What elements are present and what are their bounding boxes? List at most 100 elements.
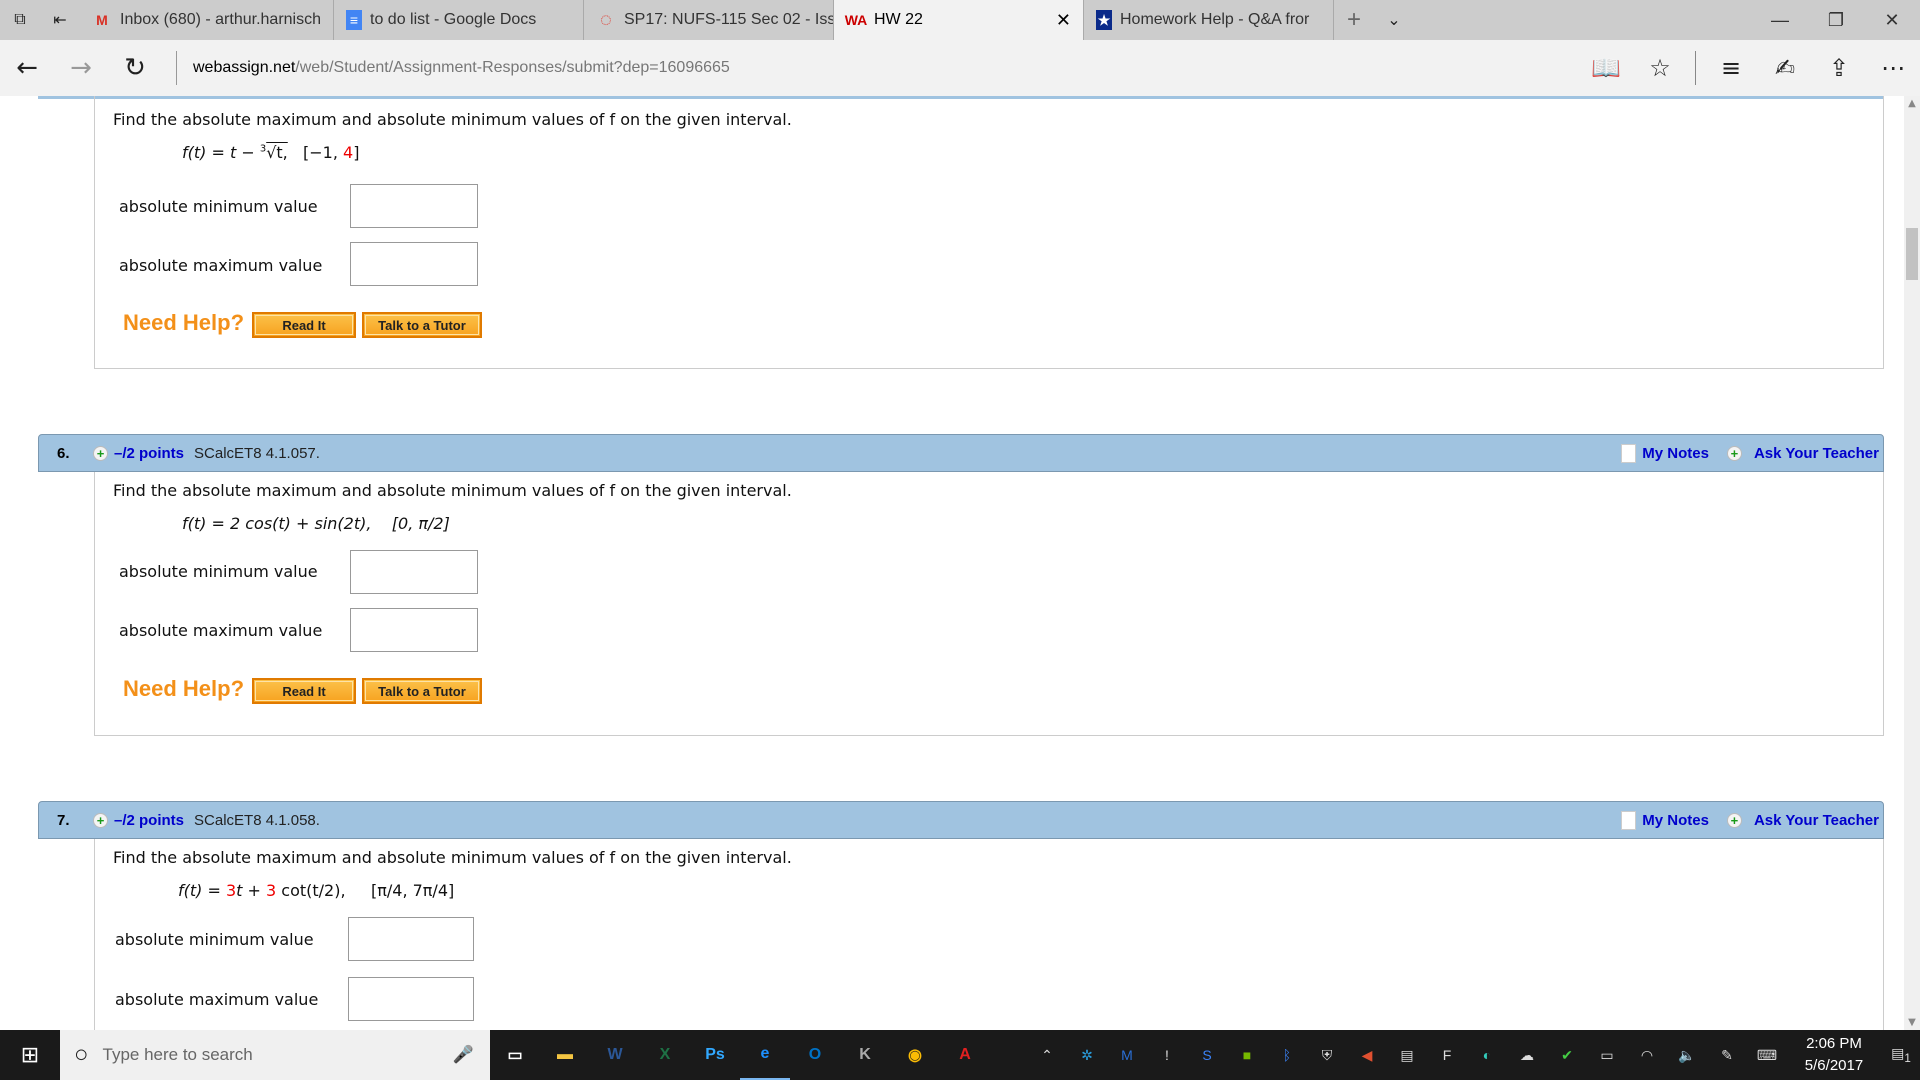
warning-icon[interactable]: ! bbox=[1154, 1047, 1180, 1063]
tab-manager-icon[interactable]: ⧉ bbox=[0, 0, 40, 40]
my-notes-link[interactable]: My Notes bbox=[1642, 812, 1709, 829]
page-scrollbar[interactable]: ▲ ▼ bbox=[1904, 96, 1920, 1030]
taskbar-search[interactable]: ○ Type here to search 🎤 bbox=[60, 1030, 490, 1080]
windows-start-icon[interactable]: ⊞ bbox=[0, 1042, 60, 1068]
defender-icon[interactable]: ⛨ bbox=[1314, 1047, 1340, 1064]
acrobat-icon[interactable]: A bbox=[940, 1030, 990, 1080]
share-icon[interactable]: ⇪ bbox=[1812, 54, 1866, 82]
new-tab-icon[interactable]: + bbox=[1334, 0, 1374, 40]
tray-app2-icon[interactable]: ▤ bbox=[1394, 1047, 1420, 1064]
outlook-icon[interactable]: O bbox=[790, 1030, 840, 1080]
my-notes-link[interactable]: My Notes bbox=[1642, 445, 1709, 462]
chegg-icon: ★ bbox=[1096, 10, 1112, 30]
tab-bar: ⧉ ⇤ M Inbox (680) - arthur.harnisch ≡ to d… bbox=[0, 0, 1920, 40]
expand-plus-icon[interactable]: + bbox=[93, 812, 108, 828]
set-aside-tabs-icon[interactable]: ⇤ bbox=[40, 0, 80, 40]
scrollbar-thumb[interactable] bbox=[1906, 228, 1918, 280]
divider bbox=[1695, 51, 1696, 85]
pen-icon[interactable]: ✎ bbox=[1714, 1047, 1740, 1064]
forward-icon[interactable]: → bbox=[54, 53, 108, 83]
favorite-star-icon[interactable]: ☆ bbox=[1633, 54, 1687, 82]
volume-icon[interactable]: 🔈 bbox=[1674, 1047, 1700, 1064]
expand-plus-icon[interactable]: + bbox=[93, 445, 108, 461]
tab-preview-chevron-icon[interactable]: ⌄ bbox=[1374, 0, 1414, 40]
q6-max-input[interactable] bbox=[350, 608, 478, 652]
question-7-header: 7. + –/2 points SCalcET8 4.1.058. My Not… bbox=[38, 801, 1884, 839]
tab-docs[interactable]: ≡ to do list - Google Docs bbox=[334, 0, 584, 40]
restore-icon[interactable]: ❐ bbox=[1808, 10, 1864, 31]
max-label: absolute maximum value bbox=[119, 256, 323, 275]
q7-max-input[interactable] bbox=[348, 977, 474, 1021]
close-tab-icon[interactable]: ✕ bbox=[1056, 10, 1071, 31]
edge-icon[interactable]: e bbox=[740, 1030, 790, 1080]
tab-gmail[interactable]: M Inbox (680) - arthur.harnisch bbox=[80, 0, 334, 40]
page-content: Find the absolute maximum and absolute m… bbox=[0, 96, 1904, 1030]
wifi-icon[interactable]: ◠ bbox=[1634, 1047, 1660, 1064]
webassign-icon: WA bbox=[844, 12, 868, 28]
more-icon[interactable]: ⋯ bbox=[1866, 54, 1920, 82]
question-7-formula: f(t) = 3t + 3 cot(t/2), [π/4, 7π/4] bbox=[178, 881, 455, 900]
hub-icon[interactable]: ≡ bbox=[1704, 54, 1758, 82]
ask-teacher-link[interactable]: Ask Your Teacher bbox=[1754, 812, 1879, 829]
taskbar: ⊞ ○ Type here to search 🎤 ▭ ▬ W X Ps e O K… bbox=[0, 1030, 1920, 1080]
sync-check-icon[interactable]: ✔ bbox=[1554, 1047, 1580, 1064]
question-6-text: Find the absolute maximum and absolute m… bbox=[113, 481, 792, 500]
talk-to-tutor-button[interactable]: Talk to a Tutor bbox=[362, 678, 482, 704]
q5-max-input[interactable] bbox=[350, 242, 478, 286]
q7-min-input[interactable] bbox=[348, 917, 474, 961]
tray-app4-icon[interactable]: ◐ bbox=[1474, 1047, 1500, 1063]
question-5-text: Find the absolute maximum and absolute m… bbox=[113, 110, 792, 129]
tray-app-icon[interactable]: ✲ bbox=[1074, 1047, 1100, 1064]
tab-chegg[interactable]: ★ Homework Help - Q&A fror bbox=[1084, 0, 1334, 40]
notes-icon bbox=[1621, 810, 1637, 830]
file-explorer-icon[interactable]: ▬ bbox=[540, 1030, 590, 1080]
microphone-icon[interactable]: 🎤 bbox=[453, 1045, 474, 1065]
question-6-formula: f(t) = 2 cos(t) + sin(2t), [0, π/2] bbox=[182, 514, 450, 533]
clock[interactable]: 2:06 PM 5/6/2017 bbox=[1794, 1033, 1874, 1077]
task-view-icon[interactable]: ▭ bbox=[490, 1030, 540, 1080]
tab-canvas[interactable]: ◌ SP17: NUFS-115 Sec 02 - Iss bbox=[584, 0, 834, 40]
refresh-icon[interactable]: ↻ bbox=[108, 53, 162, 83]
speaker-alert-icon[interactable]: ◀ bbox=[1354, 1047, 1380, 1064]
ask-plus-icon: + bbox=[1726, 812, 1742, 828]
excel-icon[interactable]: X bbox=[640, 1030, 690, 1080]
talk-to-tutor-button[interactable]: Talk to a Tutor bbox=[362, 312, 482, 338]
bluetooth-icon[interactable]: ᛒ bbox=[1274, 1047, 1300, 1063]
canvas-icon: ◌ bbox=[600, 8, 612, 31]
show-hidden-icons[interactable]: ⌃ bbox=[1034, 1047, 1060, 1064]
malwarebytes-icon[interactable]: M bbox=[1114, 1047, 1140, 1063]
points[interactable]: –/2 points bbox=[114, 445, 184, 462]
tab-hw22[interactable]: WA HW 22 ✕ bbox=[834, 0, 1084, 40]
close-window-icon[interactable]: ✕ bbox=[1864, 10, 1920, 31]
cortana-icon: ○ bbox=[74, 1041, 89, 1068]
action-center-icon[interactable]: ▤1 bbox=[1888, 1045, 1914, 1065]
url-field[interactable]: webassign.net/web/Student/Assignment-Res… bbox=[176, 51, 730, 85]
kindle-icon[interactable]: K bbox=[840, 1030, 890, 1080]
read-it-button[interactable]: Read It bbox=[252, 678, 356, 704]
keyboard-icon[interactable]: ⌨ bbox=[1754, 1047, 1780, 1064]
min-label: absolute minimum value bbox=[119, 197, 318, 216]
reading-view-icon[interactable]: 📖 bbox=[1579, 54, 1633, 82]
points[interactable]: –/2 points bbox=[114, 812, 184, 829]
q6-min-input[interactable] bbox=[350, 550, 478, 594]
chrome-icon[interactable]: ◉ bbox=[890, 1030, 940, 1080]
read-it-button[interactable]: Read It bbox=[252, 312, 356, 338]
shield-s-icon[interactable]: S bbox=[1194, 1047, 1220, 1063]
need-help-label: Need Help? bbox=[123, 310, 245, 335]
web-note-icon[interactable]: ✍ bbox=[1758, 54, 1812, 82]
back-icon[interactable]: ← bbox=[0, 53, 54, 83]
nvidia-icon[interactable]: ■ bbox=[1234, 1047, 1260, 1063]
photoshop-icon[interactable]: Ps bbox=[690, 1030, 740, 1080]
docs-icon: ≡ bbox=[346, 10, 362, 30]
ask-teacher-link[interactable]: Ask Your Teacher bbox=[1754, 445, 1879, 462]
question-5-formula: f(t) = t − 3√t, [−1, 4] bbox=[182, 143, 360, 162]
scroll-down-icon[interactable]: ▼ bbox=[1904, 1017, 1920, 1028]
scroll-up-icon[interactable]: ▲ bbox=[1904, 98, 1920, 109]
q5-min-input[interactable] bbox=[350, 184, 478, 228]
battery-icon[interactable]: ▭ bbox=[1594, 1047, 1620, 1064]
minimize-icon[interactable]: — bbox=[1752, 10, 1808, 31]
onedrive-icon[interactable]: ☁ bbox=[1514, 1047, 1540, 1064]
word-icon[interactable]: W bbox=[590, 1030, 640, 1080]
tray-app3-icon[interactable]: F bbox=[1434, 1047, 1460, 1063]
ask-plus-icon: + bbox=[1726, 445, 1742, 461]
